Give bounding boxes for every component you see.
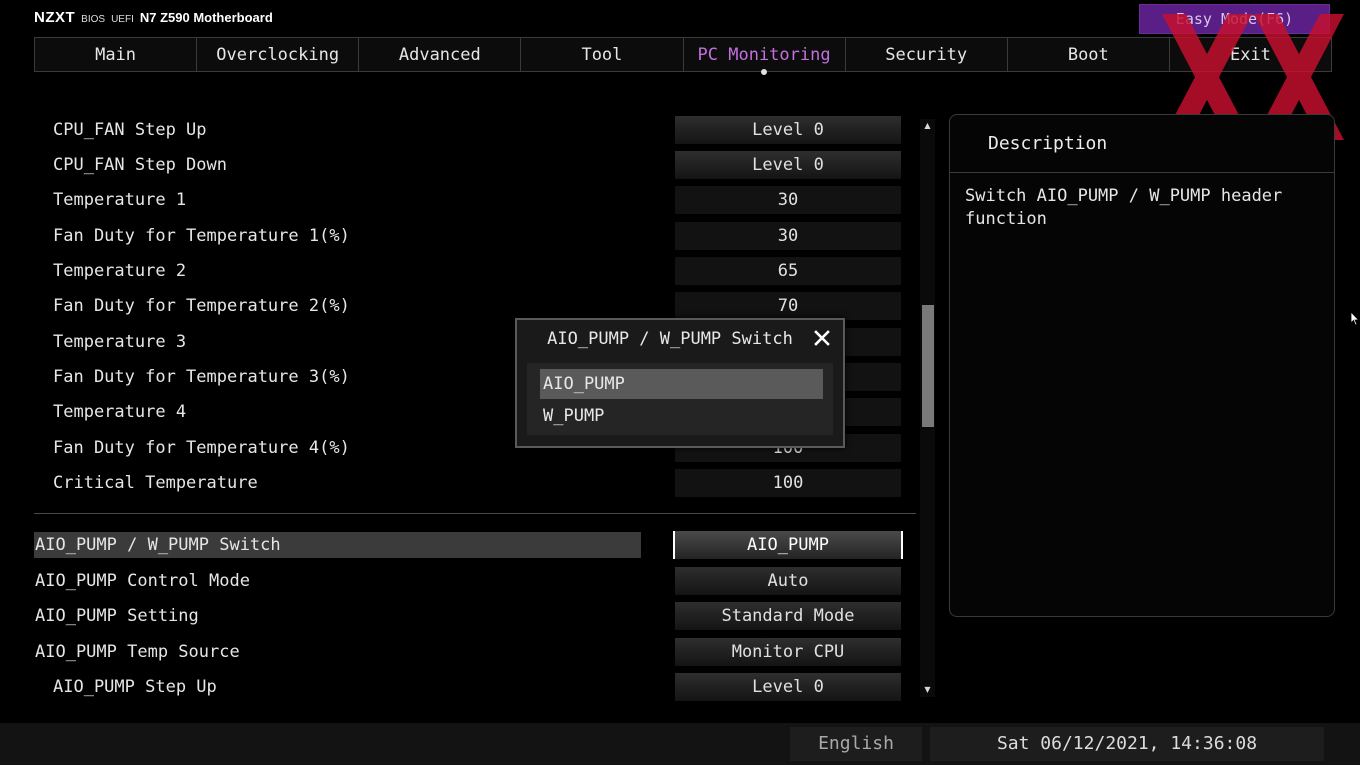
setting-label: Fan Duty for Temperature 1(%) [53,226,350,246]
setting-label: CPU_FAN Step Up [53,120,207,140]
setting-label: AIO_PUMP Step Up [53,677,217,697]
setting-row-aio-pump-setting[interactable]: AIO_PUMP Setting Standard Mode [34,600,916,632]
mouse-cursor-icon [1350,311,1359,326]
brand-header: NZXT BIOS UEFI N7 Z590 Motherboard [34,9,273,29]
nzxt-logo: NZXT [34,9,76,26]
setting-value-field[interactable]: 30 [675,222,901,250]
setting-label: Fan Duty for Temperature 3(%) [53,367,350,387]
setting-label: Temperature 3 [53,332,187,352]
board-name: N7 Z590 Motherboard [139,10,273,25]
setting-value-field[interactable]: 30 [675,186,901,214]
scroll-up-icon[interactable]: ▲ [920,121,935,131]
setting-row-fan-duty-1[interactable]: Fan Duty for Temperature 1(%) 30 [34,220,916,252]
setting-value-button[interactable]: Level 0 [675,116,901,144]
tab-pc-monitoring[interactable]: PC Monitoring [684,38,846,75]
language-selector[interactable]: English [790,727,922,761]
setting-row-aio-pump-temp-source[interactable]: AIO_PUMP Temp Source Monitor CPU [34,636,916,668]
description-title: Description [950,115,1334,173]
setting-label: Temperature 4 [53,402,187,422]
setting-value-button[interactable]: Standard Mode [675,602,901,630]
setting-label: Fan Duty for Temperature 4(%) [53,438,350,458]
option-aio-pump[interactable]: AIO_PUMP [540,369,823,399]
setting-label: Temperature 1 [53,190,187,210]
setting-row-aio-pump-step-up[interactable]: AIO_PUMP Step Up Level 0 [34,671,916,703]
setting-value-button[interactable]: Level 0 [675,151,901,179]
setting-label: AIO_PUMP Control Mode [35,571,250,591]
setting-value-button[interactable]: AIO_PUMP [673,531,903,559]
setting-label: Temperature 2 [53,261,187,281]
setting-value-button[interactable]: Auto [675,567,901,595]
tab-overclocking[interactable]: Overclocking [197,38,360,71]
option-w-pump[interactable]: W_PUMP [540,401,823,431]
dialog-option-list: AIO_PUMP W_PUMP [527,363,833,435]
tab-main[interactable]: Main [35,38,198,71]
switch-selection-dialog: AIO_PUMP / W_PUMP Switch AIO_PUMP W_PUMP [515,318,845,448]
section-divider [34,513,916,514]
setting-row-temperature-1[interactable]: Temperature 1 30 [34,184,916,216]
setting-label: AIO_PUMP Setting [35,606,199,626]
description-text: Switch AIO_PUMP / W_PUMP header function [965,186,1283,229]
scroll-thumb[interactable] [922,305,934,427]
uefi-label: UEFI [111,14,134,25]
tab-advanced[interactable]: Advanced [359,38,522,71]
setting-label: AIO_PUMP Temp Source [35,642,240,662]
bios-label: BIOS [81,14,106,25]
setting-label: Critical Temperature [53,473,258,493]
setting-value-button[interactable]: Level 0 [675,673,901,701]
setting-row-critical-temperature[interactable]: Critical Temperature 100 [34,467,916,499]
scroll-down-icon[interactable]: ▼ [920,685,935,695]
tab-boot[interactable]: Boot [1008,38,1170,71]
setting-label: AIO_PUMP / W_PUMP Switch [34,532,641,558]
setting-label: Fan Duty for Temperature 2(%) [53,296,350,316]
close-icon[interactable] [811,327,833,349]
setting-row-aio-pump-control-mode[interactable]: AIO_PUMP Control Mode Auto [34,565,916,597]
tab-security[interactable]: Security [846,38,1008,71]
description-panel: Description Switch AIO_PUMP / W_PUMP hea… [949,114,1335,617]
setting-row-cpu-fan-step-up[interactable]: CPU_FAN Step Up Level 0 [34,114,916,146]
settings-scrollbar[interactable]: ▲ ▼ [920,119,935,697]
setting-value-field[interactable]: 100 [675,469,901,497]
setting-value-field[interactable]: 70 [675,292,901,320]
dialog-title: AIO_PUMP / W_PUMP Switch [547,329,793,349]
date-time-display[interactable]: Sat 06/12/2021, 14:36:08 [930,727,1324,761]
setting-row-cpu-fan-step-down[interactable]: CPU_FAN Step Down Level 0 [34,149,916,181]
setting-value-field[interactable]: 65 [675,257,901,285]
setting-row-temperature-2[interactable]: Temperature 2 65 [34,255,916,287]
setting-row-aio-pump-switch[interactable]: AIO_PUMP / W_PUMP Switch AIO_PUMP [34,529,916,561]
setting-value-button[interactable]: Monitor CPU [675,638,901,666]
setting-label: CPU_FAN Step Down [53,155,227,175]
tab-tool[interactable]: Tool [521,38,684,71]
main-tab-bar: Main Overclocking Advanced Tool PC Monit… [34,37,1332,75]
